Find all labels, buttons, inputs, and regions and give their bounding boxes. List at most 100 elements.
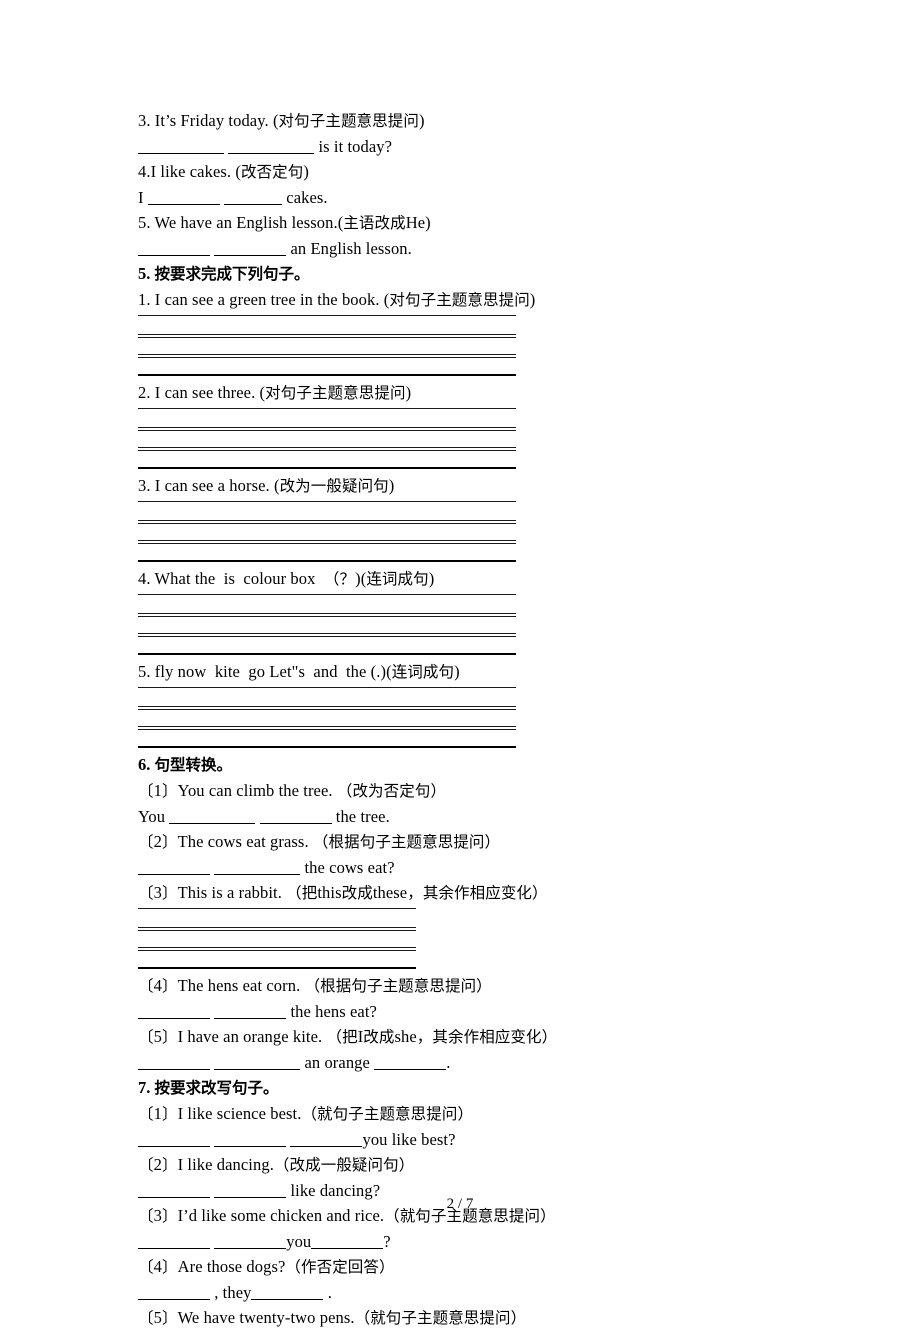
section5-item-5-rules[interactable] [138,687,516,748]
fill-in-blank[interactable] [138,242,210,256]
fill-in-blank[interactable] [214,1005,287,1019]
section5-item-4-rules[interactable] [138,594,516,655]
cjk-run: 句型转换。 [154,756,233,774]
latin-run: 2 [153,832,162,851]
latin-run: the tree. [331,807,390,826]
cjk-run: 连词成句 [391,663,455,681]
ruled-answer-line[interactable] [138,560,516,562]
fill-in-blank[interactable] [138,1056,210,1070]
section5-item-3-rules[interactable] [138,501,516,562]
latin-run: The cows eat grass. [177,832,313,851]
section6-item-3-rules[interactable] [138,908,416,969]
fill-in-blank[interactable] [214,1056,301,1070]
fill-in-blank[interactable] [138,861,210,875]
latin-run: You [138,807,170,826]
question-3-prompt: 3. It’s Friday today. (对句子主题意思提问) [138,108,778,134]
cjk-run: 改否定句 [240,163,304,181]
answer-tail: . [446,1053,450,1072]
ruled-answer-line[interactable] [138,594,516,595]
ruled-answer-line[interactable] [138,613,516,617]
latin-run: ) [529,290,536,309]
question-4-prompt: 4.I like cakes. (改否定句) [138,159,778,185]
answer-tail: . [323,1283,332,1302]
ruled-answer-line[interactable] [138,633,516,637]
question-5-prompt: 5. We have an English lesson.(主语改成He) [138,210,778,236]
latin-run: 4 [153,1257,162,1276]
fill-in-blank[interactable] [259,810,332,824]
ruled-answer-line[interactable] [138,540,516,544]
cjk-run: 〕 [161,1105,178,1123]
answer-prefix: I [138,188,148,207]
fill-in-blank[interactable] [138,1286,210,1300]
answer-prefix: You [138,807,169,826]
fill-in-blank[interactable] [374,1056,447,1070]
ruled-answer-line[interactable] [138,947,416,951]
fill-in-blank[interactable] [311,1235,384,1249]
ruled-answer-line[interactable] [138,467,516,469]
fill-in-blank[interactable] [214,861,301,875]
cjk-run: （就句子主题意思提问） [301,1105,474,1123]
fill-in-blank[interactable] [138,1235,210,1249]
ruled-answer-line[interactable] [138,447,516,451]
cjk-run: 〕 [161,1258,178,1276]
ruled-answer-line[interactable] [138,687,516,688]
fill-in-blank[interactable] [138,1005,210,1019]
section7-item-4-answer: , they . [138,1280,778,1305]
section7-item-3-answer: you? [138,1229,778,1254]
section6-item-5-answer: an orange . [138,1050,778,1075]
fill-in-blank[interactable] [214,242,287,256]
cjk-run: 〕 [161,782,178,800]
fill-in-blank[interactable] [169,810,256,824]
latin-run: ) [418,111,425,130]
latin-run: 1. I can see a green tree in the book. ( [138,290,390,309]
ruled-answer-line[interactable] [138,334,516,338]
latin-run: )( [355,569,367,588]
latin-run: 3. I can see a horse. ( [138,476,280,495]
ruled-answer-line[interactable] [138,746,516,748]
fill-in-blank[interactable] [147,191,220,205]
latin-run: you [286,1232,312,1251]
fill-in-blank[interactable] [138,140,224,154]
section6-item-4-answer: the hens eat? [138,999,778,1024]
ruled-answer-line[interactable] [138,967,416,969]
latin-run: I like dancing. [177,1155,274,1174]
section6-item-1: 〔1〕You can climb the tree. （改为否定句） [138,778,778,804]
section5-item-2-rules[interactable] [138,408,516,469]
ruled-answer-line[interactable] [138,427,516,431]
fill-in-blank[interactable] [214,1235,287,1249]
fill-in-blank[interactable] [251,1286,324,1300]
ruled-answer-line[interactable] [138,927,416,931]
ruled-answer-line[interactable] [138,706,516,710]
latin-run: the cows eat? [300,858,395,877]
ruled-answer-line[interactable] [138,501,516,502]
fill-in-blank[interactable] [224,191,283,205]
latin-run: this [317,883,342,902]
ruled-answer-line[interactable] [138,726,516,730]
cjk-run: 对句子主题意思提问 [389,291,530,309]
fill-in-blank[interactable] [228,140,315,154]
answer-text: you like best? [362,1130,455,1149]
latin-run: ) [454,662,460,681]
fill-in-blank[interactable] [214,1133,287,1147]
fill-in-blank[interactable] [290,1133,363,1147]
ruled-answer-line[interactable] [138,315,516,316]
section5-item-1-rules[interactable] [138,315,516,376]
latin-run: an English lesson. [286,239,412,258]
latin-run: ) [428,569,435,588]
latin-run: 5. [138,264,155,283]
latin-run: 5 [153,1027,162,1046]
latin-run: The hens eat corn. [177,976,305,995]
latin-run: He) [405,213,431,232]
section5-item-2: 2. I can see three. (对句子主题意思提问) [138,380,778,406]
latin-run: 4. What the is colour box [138,569,324,588]
ruled-answer-line[interactable] [138,408,516,409]
cjk-run: 〔 [138,1028,154,1046]
ruled-answer-line[interactable] [138,520,516,524]
latin-run: . [446,1053,451,1072]
ruled-answer-line[interactable] [138,908,416,909]
ruled-answer-line[interactable] [138,354,516,358]
ruled-answer-line[interactable] [138,653,516,655]
ruled-answer-line[interactable] [138,374,516,376]
fill-in-blank[interactable] [138,1133,210,1147]
latin-run: she [394,1027,417,1046]
